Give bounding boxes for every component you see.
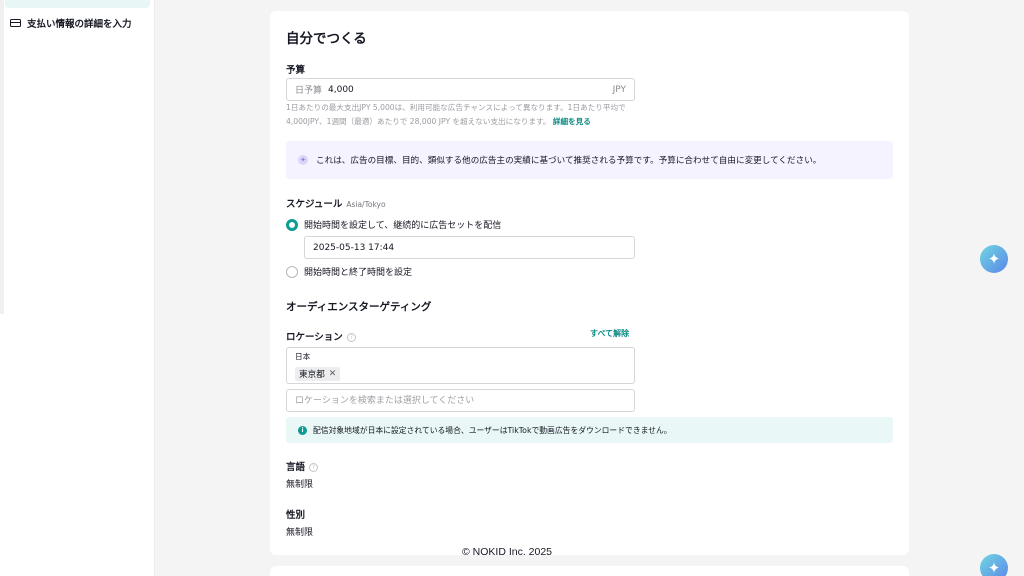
budget-recommend-banner: ✦ これは、広告の目標、目的、類似する他の広告主の実績に基づいて推奨される予算で… (286, 141, 893, 179)
location-country: 日本 (295, 352, 311, 361)
language-label-text: 言語 (286, 462, 306, 473)
recommend-text: これは、広告の目標、目的、類似する他の広告主の実績に基づいて推奨される予算です。… (316, 156, 822, 166)
start-datetime-value: 2025-05-13 17:44 (313, 242, 395, 253)
location-tag: 東京都 ✕ (295, 367, 341, 381)
help-icon[interactable]: ? (346, 333, 356, 342)
language-label: 言語? (286, 459, 319, 473)
audience-targeting-title: オーディエンスターゲティング (286, 301, 432, 313)
location-label: ロケーション? (286, 329, 356, 343)
radio-selected[interactable] (286, 218, 298, 231)
schedule-option-continuous[interactable]: 開始時間を設定して、継続的に広告セットを配信 (286, 218, 501, 231)
sparkle-icon: ✦ (987, 250, 1001, 268)
schedule-option-start-end[interactable]: 開始時間と終了時間を設定 (286, 265, 412, 278)
footer-copyright: © NOKID Inc. 2025 (462, 546, 553, 558)
budget-label: 予算 (286, 65, 306, 76)
card-title: 自分でつくる (286, 31, 367, 47)
sidebar-divider (0, 0, 4, 314)
credit-card-icon (10, 19, 21, 27)
next-section-card (270, 566, 909, 576)
gender-label: 性別 (286, 510, 306, 521)
budget-help-text: 1日あたりの最大支出JPY 5,000は、利用可能な広告チャンスによって異なりま… (286, 101, 636, 129)
help-icon[interactable]: ? (309, 463, 319, 472)
schedule-timezone: Asia/Tokyo (346, 200, 386, 209)
start-datetime-input[interactable]: 2025-05-13 17:44 (304, 236, 635, 259)
schedule-option-continuous-label: 開始時間を設定して、継続的に広告セットを配信 (304, 221, 502, 231)
info-icon: i (298, 425, 307, 435)
location-selection-box[interactable]: 日本 東京都 ✕ (286, 347, 635, 384)
sidebar-item-label: 支払い情報の詳細を入力 (27, 19, 132, 30)
sidebar-active-item[interactable] (5, 0, 150, 8)
sidebar-item-payment[interactable]: 支払い情報の詳細を入力 (10, 16, 132, 30)
budget-value[interactable]: 4,000 (328, 85, 613, 95)
clear-all-button[interactable]: すべて解除 (590, 328, 629, 339)
location-label-text: ロケーション (286, 332, 343, 343)
sparkle-icon: ✦ (987, 559, 1001, 576)
radio-unselected[interactable] (286, 265, 298, 278)
ai-assistant-button[interactable]: ✦ (980, 245, 1008, 273)
sparkle-icon: ✦ (298, 155, 308, 165)
budget-details-link[interactable]: 詳細を見る (553, 117, 591, 126)
gender-value[interactable]: 無制限 (286, 525, 313, 538)
schedule-label: スケジュール Asia/Tokyo (286, 196, 386, 210)
budget-unit: JPY (612, 84, 626, 95)
location-tag-label: 東京都 (299, 370, 325, 380)
schedule-option-start-end-label: 開始時間と終了時間を設定 (304, 268, 413, 278)
close-icon[interactable]: ✕ (329, 369, 337, 379)
location-search-input[interactable] (286, 389, 635, 412)
schedule-title: スケジュール (286, 199, 343, 210)
ai-assistant-button-secondary[interactable]: ✦ (980, 554, 1008, 576)
sidebar: 支払い情報の詳細を入力 (0, 0, 155, 576)
language-value[interactable]: 無制限 (286, 477, 313, 490)
ad-group-settings-card: 自分でつくる 予算 日予算 4,000 JPY 1日あたりの最大支出JPY 5,… (270, 11, 909, 555)
location-info-banner: i 配信対象地域が日本に設定されている場合、ユーザーはTikTokで動画広告をダ… (286, 417, 893, 443)
location-info-text: 配信対象地域が日本に設定されている場合、ユーザーはTikTokで動画広告をダウン… (313, 425, 672, 435)
budget-prefix: 日予算 (295, 86, 323, 96)
budget-input[interactable]: 日予算 4,000 JPY (286, 78, 635, 101)
